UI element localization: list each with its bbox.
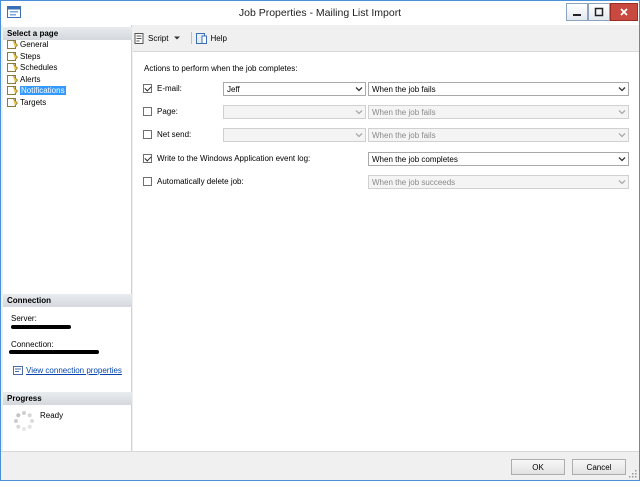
connection-header: Connection (3, 294, 132, 307)
left-panel: Select a page General Steps Schedules Al… (3, 25, 132, 451)
page-item-general[interactable]: General (7, 39, 66, 51)
event-log-when-select[interactable]: When the job completes (368, 152, 629, 166)
minimize-icon (573, 14, 581, 16)
close-button[interactable] (610, 3, 638, 21)
net-send-operator-select[interactable] (223, 128, 366, 142)
page-when-value: When the job fails (372, 108, 436, 117)
title-bar: Job Properties - Mailing List Import (1, 1, 639, 25)
net-send-label: Net send: (157, 130, 192, 139)
event-log-checkbox[interactable] (143, 154, 152, 163)
progress-status: Ready (40, 411, 64, 420)
maximize-icon (594, 7, 604, 17)
page-label: Page: (157, 107, 178, 116)
page-label-notifications: Notifications (20, 86, 66, 96)
view-connection-properties-label: View connection properties (26, 366, 122, 375)
toolbar-separator (191, 32, 193, 44)
page-item-steps[interactable]: Steps (7, 51, 66, 63)
delete-job-when-select[interactable]: When the job succeeds (368, 175, 629, 189)
net-send-when-value: When the job fails (372, 131, 436, 140)
email-operator-select[interactable]: Jeff (223, 82, 366, 96)
net-send-row: Net send: When the job fails (143, 128, 633, 142)
help-icon (196, 32, 208, 44)
close-icon (620, 8, 628, 16)
page-icon (7, 51, 18, 61)
script-button[interactable]: Script (134, 32, 181, 44)
dialog-footer: OK Cancel (1, 451, 639, 480)
help-label: Help (210, 33, 227, 43)
page-icon (7, 63, 18, 73)
server-label: Server: (11, 314, 37, 323)
page-label-steps: Steps (20, 51, 41, 61)
window-title: Job Properties - Mailing List Import (238, 7, 402, 19)
email-when-select[interactable]: When the job fails (368, 82, 629, 96)
event-log-when-value: When the job completes (372, 155, 458, 164)
page-label-targets: Targets (20, 97, 47, 107)
event-log-row: Write to the Windows Application event l… (143, 152, 633, 166)
maximize-button[interactable] (588, 3, 610, 21)
net-send-when-select[interactable]: When the job fails (368, 128, 629, 142)
chevron-down-icon (355, 87, 363, 92)
email-checkbox[interactable] (143, 84, 152, 93)
script-icon (134, 32, 144, 44)
chevron-down-icon[interactable] (173, 35, 181, 41)
page-row: Page: When the job fails (143, 105, 633, 119)
chevron-down-icon (618, 133, 626, 138)
email-operator-value: Jeff (227, 85, 240, 94)
page-item-alerts[interactable]: Alerts (7, 74, 66, 86)
section-label: Actions to perform when the job complete… (144, 64, 298, 73)
ok-button[interactable]: OK (511, 459, 565, 475)
page-icon (7, 86, 18, 96)
page-checkbox[interactable] (143, 107, 152, 116)
page-icon (7, 97, 18, 107)
redacted-server (11, 325, 71, 329)
chevron-down-icon (355, 133, 363, 138)
page-label-general: General (20, 40, 49, 50)
delete-job-checkbox[interactable] (143, 177, 152, 186)
delete-job-when-value: When the job succeeds (372, 178, 456, 187)
toolbar: Script Help (134, 29, 233, 47)
event-log-label: Write to the Windows Application event l… (157, 154, 311, 163)
script-label: Script (148, 33, 169, 43)
email-label: E-mail: (157, 84, 182, 93)
page-operator-select[interactable] (223, 105, 366, 119)
net-send-checkbox[interactable] (143, 130, 152, 139)
chevron-down-icon (618, 157, 626, 162)
connection-label: Connection: (11, 340, 54, 349)
page-label-alerts: Alerts (20, 74, 41, 84)
page-item-targets[interactable]: Targets (7, 97, 66, 109)
minimize-button[interactable] (566, 3, 588, 21)
chevron-down-icon (355, 110, 363, 115)
page-item-notifications[interactable]: Notifications (7, 85, 66, 97)
email-row: E-mail: Jeff When the job fails (143, 82, 633, 96)
delete-job-label: Automatically delete job: (157, 177, 244, 186)
job-properties-window: Job Properties - Mailing List Import Sel… (0, 0, 640, 481)
delete-job-row: Automatically delete job: When the job s… (143, 175, 633, 189)
progress-header: Progress (3, 392, 132, 405)
properties-icon (13, 366, 23, 375)
progress-spinner-icon (14, 411, 34, 431)
chevron-down-icon (618, 87, 626, 92)
email-when-value: When the job fails (372, 85, 436, 94)
cancel-button[interactable]: Cancel (572, 459, 626, 475)
notifications-content: Actions to perform when the job complete… (133, 51, 639, 451)
help-button[interactable]: Help (196, 32, 227, 44)
page-icon (7, 40, 18, 50)
view-connection-properties-link[interactable]: View connection properties (13, 366, 122, 375)
chevron-down-icon (618, 110, 626, 115)
chevron-down-icon (618, 180, 626, 185)
page-icon (7, 74, 18, 84)
page-item-schedules[interactable]: Schedules (7, 62, 66, 74)
page-list: General Steps Schedules Alerts Notificat… (7, 39, 66, 108)
page-when-select[interactable]: When the job fails (368, 105, 629, 119)
page-label-schedules: Schedules (20, 63, 58, 73)
resize-grip-icon[interactable] (629, 470, 637, 478)
redacted-connection (9, 350, 99, 354)
